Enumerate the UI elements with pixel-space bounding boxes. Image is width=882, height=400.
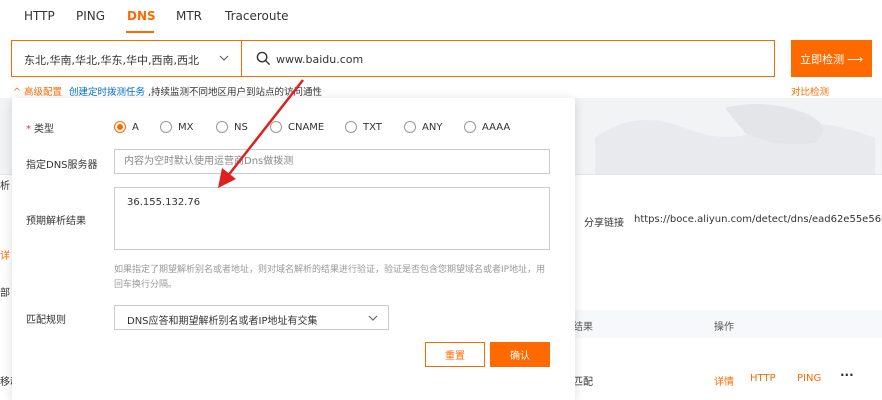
radio-type-txt[interactable]: TXT [345, 121, 382, 133]
create-scheduled-task-link[interactable]: 创建定时拨测任务 [69, 84, 145, 98]
radio-type-a[interactable]: A [114, 121, 139, 133]
world-map-image [595, 104, 875, 174]
match-rule-label: 匹配规则 [26, 315, 66, 326]
protocol-tabs: HTTP PING DNS MTR Traceroute [0, 0, 882, 34]
tab-dns[interactable]: DNS [127, 9, 156, 23]
row-detail-link[interactable]: 详情 [714, 373, 734, 388]
search-bar: 东北,华南,华北,华东,华中,西南,西北 立即检测 ⟶ [0, 34, 882, 84]
share-link-label: 分享链接 [584, 218, 624, 229]
radio-unchecked-icon [404, 121, 416, 133]
expected-result-textarea[interactable]: 36.155.132.76 [114, 187, 550, 250]
domain-input[interactable] [276, 50, 756, 68]
type-label: * 类型 [26, 120, 54, 135]
type-label-text: 类型 [34, 124, 54, 135]
radio-unchecked-icon [270, 121, 282, 133]
share-link-url[interactable]: https://boce.aliyun.com/detect/dns/ead62… [634, 214, 882, 225]
radio-unchecked-icon [345, 121, 357, 133]
compare-detect-link[interactable]: 对比检测 [791, 84, 829, 98]
confirm-button[interactable]: 确认 [490, 342, 550, 367]
radio-checked-icon [114, 121, 126, 133]
radio-label: ANY [422, 121, 443, 133]
left-text-fragment: 析 [0, 181, 10, 192]
expected-result-label: 预期解析结果 [26, 216, 86, 227]
advanced-config-toggle[interactable]: ^ 高级配置 [13, 84, 62, 98]
radio-unchecked-icon [464, 121, 476, 133]
left-text-fragment: 详 [0, 251, 10, 262]
region-select[interactable]: 东北,华南,华北,华东,华中,西南,西北 [11, 40, 241, 77]
radio-type-cname[interactable]: CNAME [270, 121, 324, 133]
row-http-link[interactable]: HTTP [750, 373, 776, 384]
radio-unchecked-icon [216, 121, 228, 133]
region-select-value: 东北,华南,华北,华东,华中,西南,西北 [24, 54, 199, 67]
dns-server-label: 指定DNS服务器 [26, 160, 98, 171]
radio-type-mx[interactable]: MX [160, 121, 193, 133]
radio-label: NS [234, 121, 248, 133]
tab-http[interactable]: HTTP [24, 9, 55, 23]
domain-input-box [241, 40, 775, 77]
required-mark: * [26, 124, 31, 135]
expected-result-hint: 如果指定了期望解析别名或者地址，则对域名解析的结果进行验证，验证是否包含您期望域… [114, 265, 546, 290]
column-header-operation: 操作 [714, 322, 734, 333]
match-rule-select[interactable]: DNS应答和期望解析别名或者IP地址有交集 [114, 305, 389, 330]
create-task-description: ,持续监测不同地区用户到站点的访问通性 [148, 87, 323, 98]
search-icon [256, 51, 271, 66]
radio-label: AAAA [482, 121, 511, 133]
reset-button[interactable]: 重置 [425, 342, 485, 367]
detect-button[interactable]: 立即检测 ⟶ [791, 40, 872, 77]
dns-server-input[interactable] [114, 149, 550, 174]
radio-type-aaaa[interactable]: AAAA [464, 121, 510, 133]
radio-type-ns[interactable]: NS [216, 121, 248, 133]
tab-ping[interactable]: PING [76, 9, 105, 23]
tab-traceroute[interactable]: Traceroute [225, 9, 289, 23]
more-options-icon[interactable]: ··· [840, 368, 854, 382]
advanced-config-modal: * 类型 A MX NS CNAME TXT ANY AAAA 指定DNS服务器 … [12, 98, 575, 400]
tab-mtr[interactable]: MTR [176, 9, 202, 23]
chevron-down-icon [368, 315, 378, 321]
chevron-down-icon [219, 55, 229, 61]
world-map-background [575, 98, 882, 174]
row-ping-link[interactable]: PING [797, 373, 821, 384]
active-tab-indicator [126, 31, 154, 33]
radio-label: MX [178, 121, 194, 133]
radio-label: CNAME [288, 121, 325, 133]
match-rule-value: DNS应答和期望解析别名或者IP地址有交集 [127, 316, 318, 327]
radio-label: TXT [363, 121, 382, 133]
radio-type-any[interactable]: ANY [404, 121, 442, 133]
radio-unchecked-icon [160, 121, 172, 133]
radio-label: A [132, 121, 139, 133]
advanced-options-row: ^ 高级配置 创建定时拨测任务 ,持续监测不同地区用户到站点的访问通性 对比检测 [0, 84, 882, 98]
row-match-status: 匹配 [573, 377, 593, 388]
left-text-fragment: 部 [0, 288, 10, 299]
